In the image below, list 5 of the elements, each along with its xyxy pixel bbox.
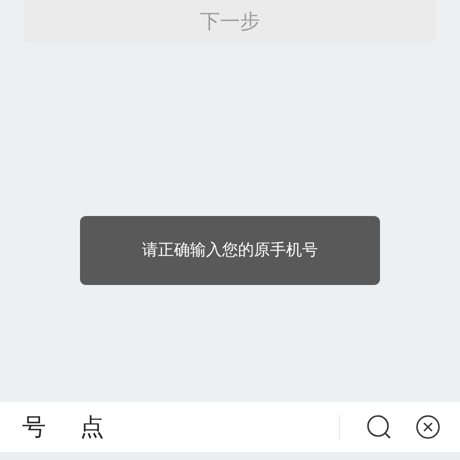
candidate-word[interactable]: 号: [22, 411, 46, 443]
close-icon[interactable]: [416, 415, 440, 439]
candidate-word[interactable]: 点: [80, 411, 104, 443]
search-icon[interactable]: [366, 414, 392, 440]
toast-message: 请正确输入您的原手机号: [80, 216, 380, 285]
